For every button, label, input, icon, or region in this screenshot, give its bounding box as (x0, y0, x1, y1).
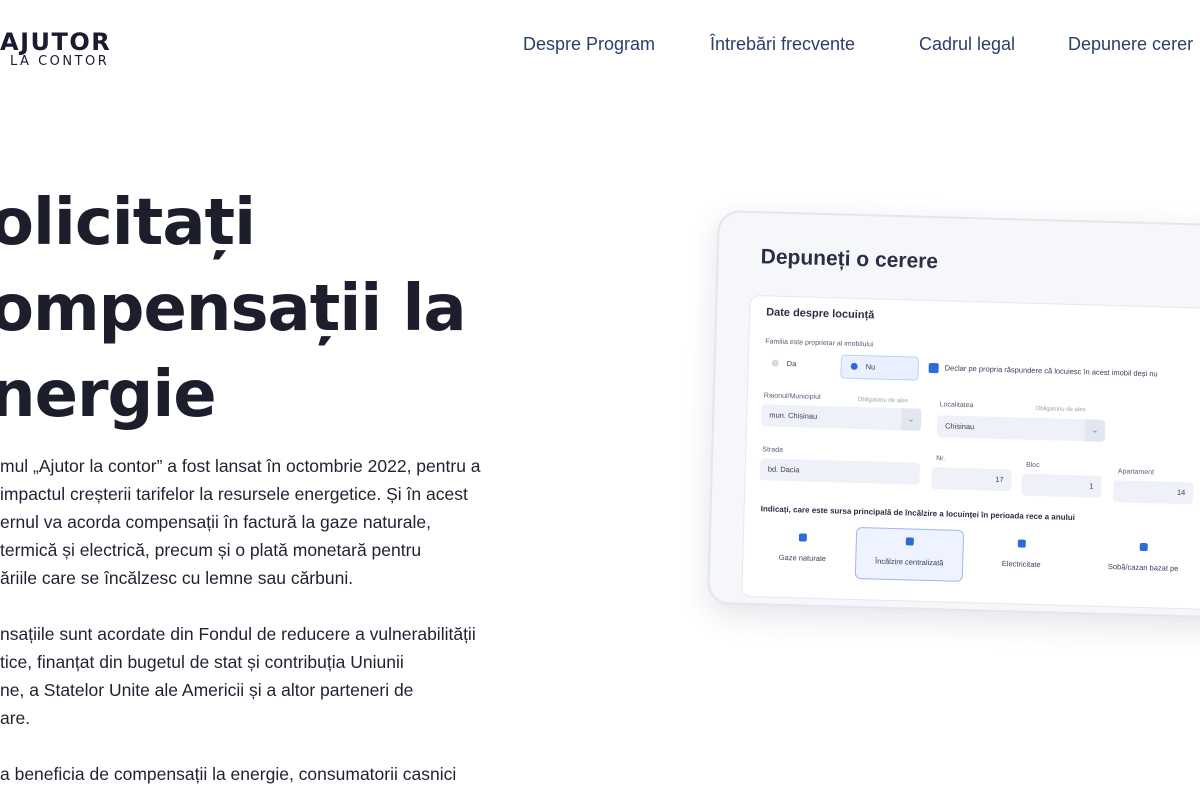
declaration-label: Declar pe propria răspundere că locuiesc… (944, 363, 1158, 379)
checkbox-checked-icon (928, 362, 939, 374)
form-preview-image: Depuneți o cerere Date despre locuință F… (706, 210, 1200, 645)
nav-link-cadrul-legal[interactable]: Cadrul legal (919, 34, 1015, 55)
paragraph-line: are. (0, 708, 31, 728)
raion-value: mun. Chisinau (769, 410, 818, 421)
heating-option-label: Gaze naturale (778, 552, 826, 564)
hero-title-line: ompensații la (0, 272, 467, 346)
strada-value: bd. Dacia (767, 464, 800, 475)
localitate-value: Chisinau (944, 421, 975, 432)
paragraph-line: a beneficia de compensații la energie, c… (0, 764, 457, 784)
raion-select: mun. Chisinau ⌄ (760, 404, 922, 431)
intro-paragraph: mul „Ajutor la contor” a fost lansat în … (0, 452, 560, 592)
paragraph-line: ăriile care se încălzesc cu lemne sau că… (0, 568, 354, 588)
paragraph-line: ne, a Statelor Unite ale Americii și a a… (0, 680, 414, 700)
owner-radio-da: Da (762, 352, 833, 376)
bloc-field: 1 (1021, 473, 1102, 498)
nr-field: 17 (931, 467, 1012, 492)
raion-hint: Obligatoriu de ales (857, 396, 908, 405)
owner-question-label: Familia este proprietar al imobilului (765, 338, 874, 349)
main-navigation: Despre Program Întrebări frecvente Cadru… (0, 34, 1200, 58)
eligibility-paragraph: a beneficia de compensații la energie, c… (0, 760, 560, 788)
radio-label: Nu (865, 362, 876, 372)
radio-label: Da (786, 358, 797, 369)
form-preview-title: Depuneți o cerere (760, 245, 939, 274)
nav-link-depunere-cerere[interactable]: Depunere cerer (1068, 34, 1193, 55)
radio-dot-icon (850, 362, 858, 370)
paragraph-line: nsațiile sunt acordate din Fondul de red… (0, 624, 476, 644)
bloc-value: 1 (1089, 481, 1094, 491)
nr-value: 17 (995, 474, 1004, 485)
heating-option-centralizata: Încălzire centralizată (854, 526, 965, 582)
radio-dot-icon (771, 359, 779, 367)
nr-label: Nr. (936, 455, 946, 463)
heating-option-gaze: Gaze naturale (757, 524, 848, 576)
heating-option-label: Electricitate (1001, 559, 1041, 570)
hero-title-line: nergie (0, 358, 217, 432)
owner-radio-nu: Nu (840, 354, 919, 381)
heating-option-label: Sobă/cazan bazat pe (1107, 562, 1179, 573)
paragraph-line: impactul creșterii tarifelor la resursel… (0, 484, 468, 504)
hero-title-line: olicitați (0, 186, 256, 260)
chevron-down-icon: ⌄ (900, 408, 922, 431)
localitate-select: Chisinau ⌄ (936, 415, 1106, 442)
form-preview-card: Date despre locuință Familia este propri… (741, 294, 1200, 613)
heating-option-label: Încălzire centralizată (874, 556, 944, 568)
hero-title: olicitați ompensații la nergie (0, 180, 550, 438)
localitate-hint: Obligatoriu de ales (1035, 405, 1086, 414)
heating-option-electricitate: Electricitate (973, 530, 1070, 583)
raion-label: Raionul/Municipiul (763, 392, 821, 401)
funding-paragraph: nsațiile sunt acordate din Fondul de red… (0, 620, 560, 732)
stove-icon (1139, 542, 1148, 552)
lightning-icon (1017, 539, 1026, 548)
paragraph-line: tice, finanțat din bugetul de stat și co… (0, 652, 404, 672)
localitate-label: Localitatea (939, 401, 974, 410)
chevron-down-icon: ⌄ (1084, 419, 1106, 442)
nav-link-intrebari-frecvente[interactable]: Întrebări frecvente (710, 34, 855, 55)
apartament-field: 14 (1112, 480, 1194, 505)
apartament-value: 14 (1176, 487, 1186, 498)
nav-link-despre-program[interactable]: Despre Program (523, 34, 655, 55)
strada-label: Strada (762, 446, 784, 454)
heating-question: Indicați, care este sursa principală de … (760, 504, 1076, 523)
paragraph-line: termică și electrică, precum și o plată … (0, 540, 422, 560)
strada-field: bd. Dacia (759, 458, 921, 485)
form-preview-window: Depuneți o cerere Date despre locuință F… (706, 210, 1200, 620)
bloc-label: Bloc (1025, 461, 1040, 470)
radiator-icon (905, 537, 914, 546)
flame-icon (798, 533, 807, 542)
form-section-title: Date despre locuință (765, 306, 875, 322)
heating-option-soba: Sobă/cazan bazat pe (1083, 533, 1200, 586)
paragraph-line: mul „Ajutor la contor” a fost lansat în … (0, 456, 481, 476)
apartament-label: Apartament (1117, 468, 1155, 477)
paragraph-line: ernul va acorda compensații în factură l… (0, 512, 431, 532)
